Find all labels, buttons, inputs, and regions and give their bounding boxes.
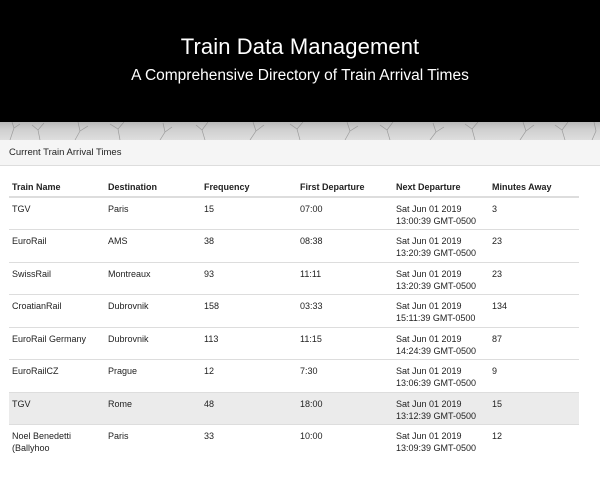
cell-frequency: 48 bbox=[201, 391, 297, 425]
page-subtitle: A Comprehensive Directory of Train Arriv… bbox=[131, 67, 469, 84]
cell-destination: Paris bbox=[105, 424, 201, 457]
cell-next-departure: Sat Jun 01 2019 13:12:39 GMT-0500 bbox=[393, 391, 489, 425]
cell-minutes-away: 3 bbox=[489, 196, 579, 230]
cell-train-name: EuroRailCZ bbox=[9, 359, 105, 392]
train-table: Train Name Destination Frequency First D… bbox=[9, 177, 579, 457]
cell-train-name: TGV bbox=[9, 391, 105, 425]
cell-first-departure: 18:00 bbox=[297, 391, 393, 425]
cell-first-departure: 10:00 bbox=[297, 424, 393, 457]
table-body: TGV Paris 15 07:00 Sat Jun 01 2019 13:00… bbox=[9, 196, 579, 457]
cell-destination: AMS bbox=[105, 229, 201, 262]
cell-frequency: 33 bbox=[201, 424, 297, 457]
cell-first-departure: 11:11 bbox=[297, 261, 393, 295]
cell-train-name: CroatianRail bbox=[9, 294, 105, 327]
tree-branches-decoration bbox=[9, 122, 597, 140]
cell-minutes-away: 9 bbox=[489, 359, 579, 392]
column-header-minutes-away: Minutes Away bbox=[489, 177, 579, 198]
cell-minutes-away: 23 bbox=[489, 261, 579, 295]
cell-next-departure: Sat Jun 01 2019 13:00:39 GMT-0500 bbox=[393, 196, 489, 230]
cell-destination: Dubrovnik bbox=[105, 326, 201, 360]
cell-next-departure: Sat Jun 01 2019 13:09:39 GMT-0500 bbox=[393, 424, 489, 457]
cell-destination: Rome bbox=[105, 391, 201, 425]
cell-destination: Paris bbox=[105, 196, 201, 230]
column-header-destination: Destination bbox=[105, 177, 201, 198]
cell-destination: Prague bbox=[105, 359, 201, 392]
table-row-hovered: TGV Rome 48 18:00 Sat Jun 01 2019 13:12:… bbox=[9, 391, 579, 425]
table-row: EuroRail AMS 38 08:38 Sat Jun 01 2019 13… bbox=[9, 229, 579, 262]
cell-first-departure: 7:30 bbox=[297, 359, 393, 392]
table-row: CroatianRail Dubrovnik 158 03:33 Sat Jun… bbox=[9, 294, 579, 327]
cell-next-departure: Sat Jun 01 2019 14:24:39 GMT-0500 bbox=[393, 326, 489, 360]
header-banner: Train Data Management A Comprehensive Di… bbox=[0, 0, 600, 122]
cell-train-name: EuroRail bbox=[9, 229, 105, 262]
tree-banner-image bbox=[0, 122, 600, 140]
panel-heading: Current Train Arrival Times bbox=[0, 140, 600, 166]
cell-first-departure: 03:33 bbox=[297, 294, 393, 327]
cell-frequency: 113 bbox=[201, 326, 297, 360]
cell-minutes-away: 23 bbox=[489, 229, 579, 262]
cell-next-departure: Sat Jun 01 2019 13:06:39 GMT-0500 bbox=[393, 359, 489, 392]
table-header-row: Train Name Destination Frequency First D… bbox=[9, 177, 579, 198]
cell-minutes-away: 12 bbox=[489, 424, 579, 457]
cell-next-departure: Sat Jun 01 2019 13:20:39 GMT-0500 bbox=[393, 229, 489, 262]
cell-next-departure: Sat Jun 01 2019 15:11:39 GMT-0500 bbox=[393, 294, 489, 327]
cell-train-name: EuroRail Germany bbox=[9, 326, 105, 360]
cell-destination: Montreaux bbox=[105, 261, 201, 295]
cell-first-departure: 11:15 bbox=[297, 326, 393, 360]
cell-destination: Dubrovnik bbox=[105, 294, 201, 327]
cell-first-departure: 08:38 bbox=[297, 229, 393, 262]
train-panel: Current Train Arrival Times Train Name D… bbox=[0, 140, 600, 457]
cell-minutes-away: 87 bbox=[489, 326, 579, 360]
table-row: EuroRailCZ Prague 12 7:30 Sat Jun 01 201… bbox=[9, 359, 579, 392]
table-row: TGV Paris 15 07:00 Sat Jun 01 2019 13:00… bbox=[9, 196, 579, 230]
cell-frequency: 15 bbox=[201, 196, 297, 230]
column-header-next-departure: Next Departure bbox=[393, 177, 489, 198]
cell-train-name: TGV bbox=[9, 196, 105, 230]
cell-frequency: 12 bbox=[201, 359, 297, 392]
cell-frequency: 38 bbox=[201, 229, 297, 262]
cell-train-name: SwissRail bbox=[9, 261, 105, 295]
cell-frequency: 93 bbox=[201, 261, 297, 295]
column-header-train-name: Train Name bbox=[9, 177, 105, 198]
cell-minutes-away: 15 bbox=[489, 391, 579, 425]
column-header-frequency: Frequency bbox=[201, 177, 297, 198]
column-header-first-departure: First Departure bbox=[297, 177, 393, 198]
table-row: SwissRail Montreaux 93 11:11 Sat Jun 01 … bbox=[9, 261, 579, 295]
cell-minutes-away: 134 bbox=[489, 294, 579, 327]
cell-first-departure: 07:00 bbox=[297, 196, 393, 230]
table-row: EuroRail Germany Dubrovnik 113 11:15 Sat… bbox=[9, 326, 579, 360]
cell-train-name: Noel Benedetti (Ballyhoo bbox=[9, 424, 105, 457]
cell-frequency: 158 bbox=[201, 294, 297, 327]
cell-next-departure: Sat Jun 01 2019 13:20:39 GMT-0500 bbox=[393, 261, 489, 295]
page-title: Train Data Management bbox=[180, 34, 420, 59]
table-row: Noel Benedetti (Ballyhoo Paris 33 10:00 … bbox=[9, 424, 579, 457]
